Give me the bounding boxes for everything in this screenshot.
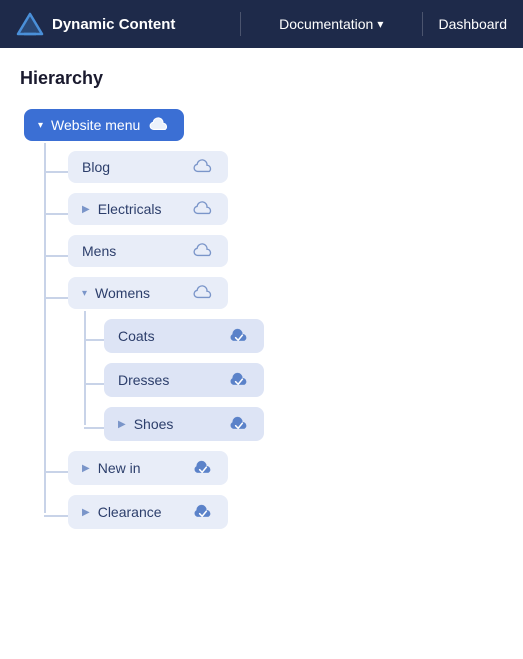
electricals-node: ▶ Electricals	[68, 193, 503, 225]
blog-button[interactable]: Blog	[68, 151, 228, 183]
nav-divider-2	[422, 12, 423, 36]
dresses-cloud-check-icon	[228, 371, 250, 389]
mens-button[interactable]: Mens	[68, 235, 228, 267]
page-title: Hierarchy	[20, 68, 503, 89]
clearance-node: ▶ Clearance	[68, 495, 503, 529]
clearance-cloud-check-icon	[192, 503, 214, 521]
shoes-chevron-icon: ▶	[118, 419, 126, 430]
electricals-button[interactable]: ▶ Electricals	[68, 193, 228, 225]
electricals-label: Electricals	[98, 201, 162, 217]
mens-label: Mens	[82, 243, 116, 259]
new-in-node: ▶ New in	[68, 451, 503, 485]
logo-icon	[16, 10, 44, 38]
app-title: Dynamic Content	[52, 16, 175, 33]
dresses-label: Dresses	[118, 372, 169, 388]
nav-documentation[interactable]: Documentation ▾	[257, 16, 406, 32]
root-chevron-icon: ▾	[38, 120, 43, 131]
website-menu-button[interactable]: ▾ Website menu	[24, 109, 184, 141]
womens-button[interactable]: ▾ Womens	[68, 277, 228, 309]
new-in-chevron-icon: ▶	[82, 463, 90, 474]
dresses-button[interactable]: Dresses	[104, 363, 264, 397]
mens-node: Mens	[68, 235, 503, 267]
new-in-label: New in	[98, 460, 141, 476]
shoes-button[interactable]: ▶ Shoes	[104, 407, 264, 441]
womens-node: ▾ Womens Coats	[68, 277, 503, 441]
new-in-button[interactable]: ▶ New in	[68, 451, 228, 485]
root-cloud-icon	[148, 117, 170, 133]
new-in-cloud-check-icon	[192, 459, 214, 477]
tree-root-node: ▾ Website menu Blog	[24, 109, 503, 529]
coats-cloud-check-icon	[228, 327, 250, 345]
coats-label: Coats	[118, 328, 155, 344]
navbar: Dynamic Content Documentation ▾ Dashboar…	[0, 0, 523, 48]
nav-docs-chevron-icon: ▾	[377, 17, 383, 31]
hierarchy-tree: ▾ Website menu Blog	[20, 109, 503, 529]
shoes-node: ▶ Shoes	[104, 407, 503, 441]
nav-dashboard[interactable]: Dashboard	[439, 16, 508, 32]
clearance-label: Clearance	[98, 504, 162, 520]
clearance-button[interactable]: ▶ Clearance	[68, 495, 228, 529]
dresses-node: Dresses	[104, 363, 503, 397]
clearance-chevron-icon: ▶	[82, 507, 90, 518]
root-row: ▾ Website menu	[24, 109, 503, 141]
womens-cloud-icon	[192, 285, 214, 301]
womens-chevron-icon: ▾	[82, 288, 87, 299]
womens-label: Womens	[95, 285, 150, 301]
nav-divider	[240, 12, 241, 36]
womens-children: Coats	[68, 319, 503, 441]
coats-node: Coats	[104, 319, 503, 353]
electricals-chevron-icon: ▶	[82, 204, 90, 215]
coats-button[interactable]: Coats	[104, 319, 264, 353]
root-label: Website menu	[51, 117, 140, 133]
page-content: Hierarchy ▾ Website menu	[0, 48, 523, 659]
shoes-cloud-check-icon	[228, 415, 250, 433]
level1-children: Blog ▶ Electricals	[24, 151, 503, 529]
nav-docs-label: Documentation	[279, 16, 373, 32]
blog-label: Blog	[82, 159, 110, 175]
app-logo: Dynamic Content	[16, 10, 224, 38]
electricals-cloud-icon	[192, 201, 214, 217]
blog-cloud-icon	[192, 159, 214, 175]
nav-dashboard-label: Dashboard	[439, 16, 508, 32]
shoes-label: Shoes	[134, 416, 174, 432]
mens-cloud-icon	[192, 243, 214, 259]
blog-node: Blog	[68, 151, 503, 183]
